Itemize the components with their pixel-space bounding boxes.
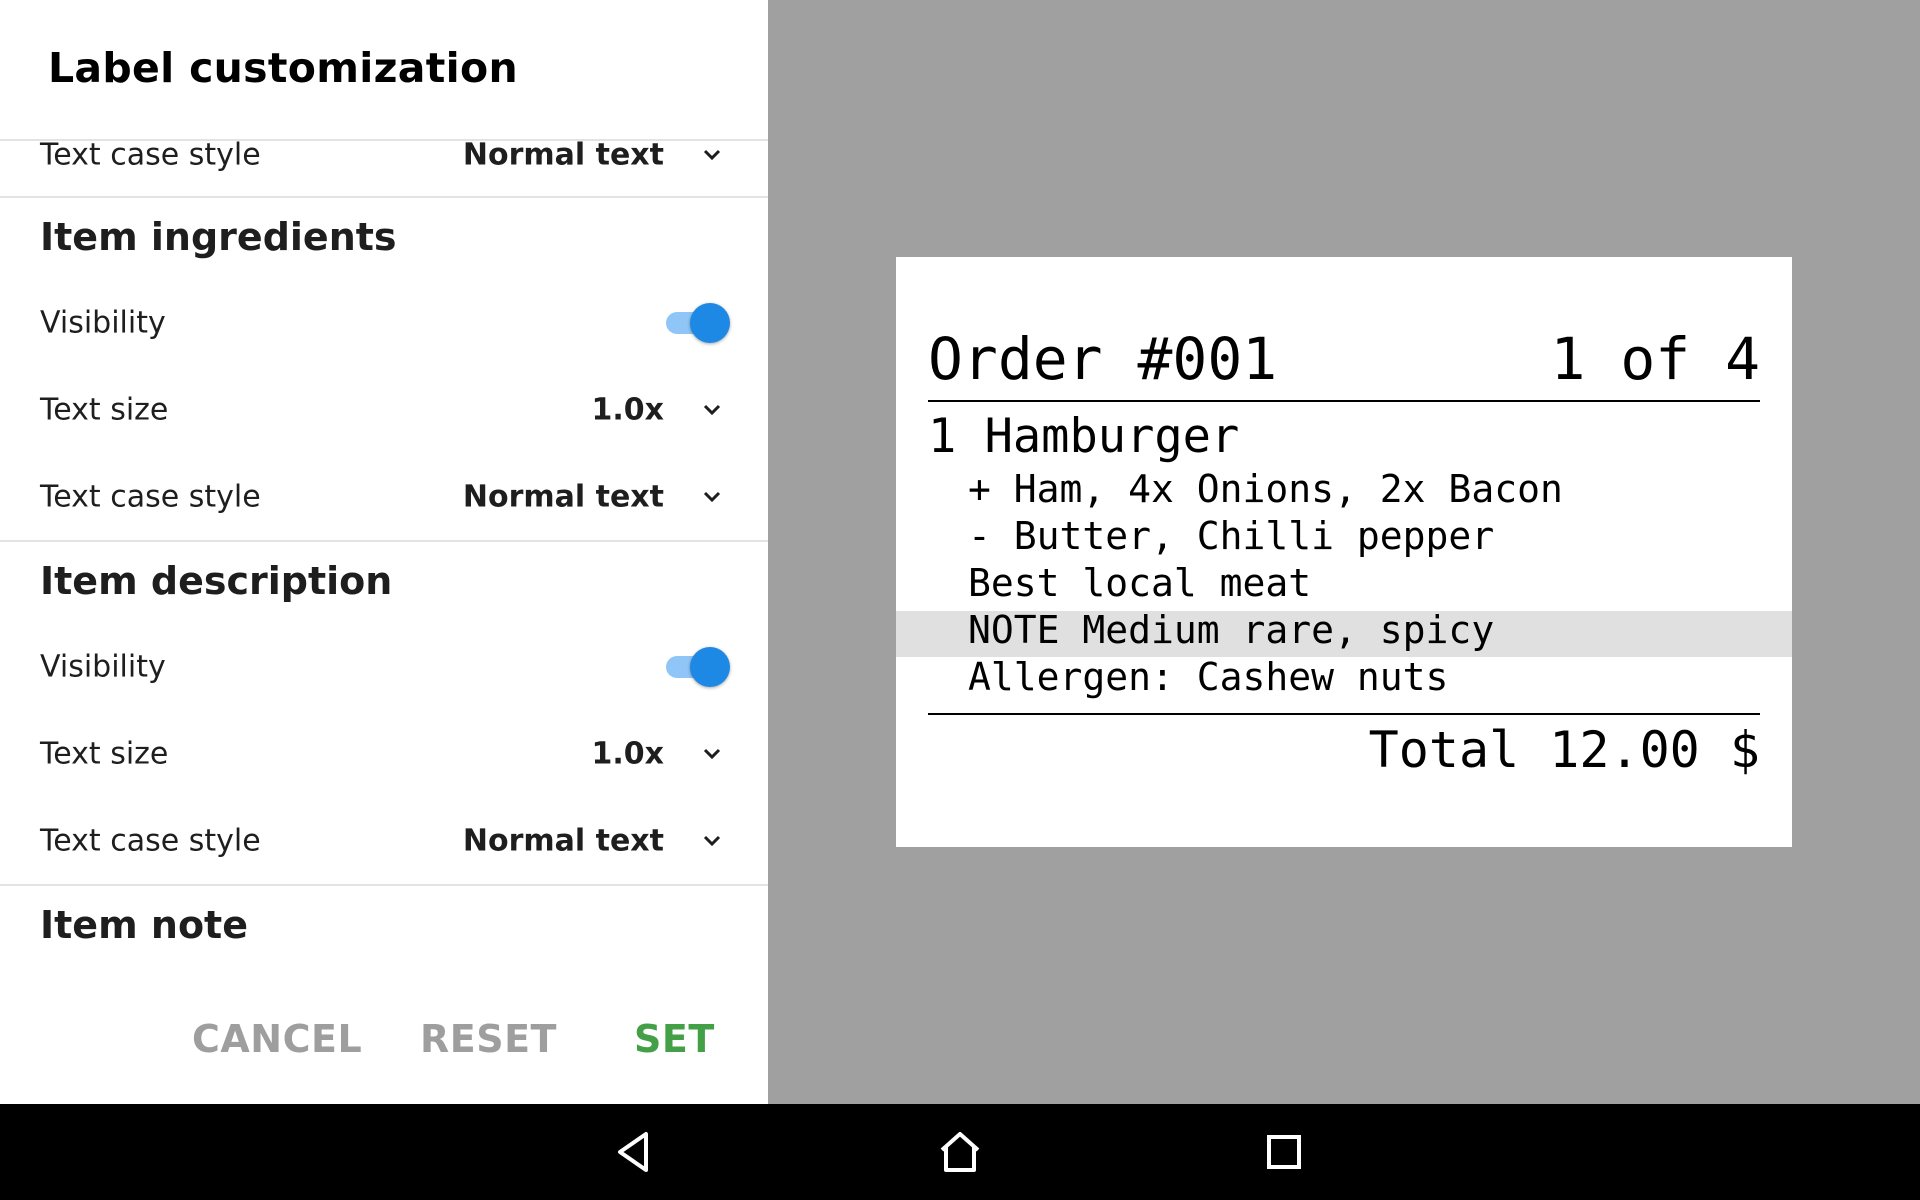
dialog-actions: CANCEL RESET SET xyxy=(0,996,768,1082)
item-description-heading: Item description xyxy=(40,559,393,603)
item-note-heading: Item note xyxy=(40,903,248,947)
text-case-value: Normal text xyxy=(462,479,664,515)
ingredients-line: + Ham, 4x Onions, 2x Bacon xyxy=(968,467,1563,511)
description-line: Best local meat xyxy=(968,561,1312,605)
label-preview: Order #001 1 of 4 1 Hamburger + Ham, 4x … xyxy=(896,257,1792,847)
ingredients-visibility-toggle[interactable] xyxy=(664,303,730,343)
navigation-bar xyxy=(0,1104,1920,1200)
chevron-down-icon xyxy=(698,827,726,855)
chevron-down-icon xyxy=(698,396,726,424)
order-number: Order #001 xyxy=(928,325,1278,393)
settings-scroll-area[interactable]: Text case style Normal text Item ingredi… xyxy=(0,141,768,981)
text-case-label: Text case style xyxy=(40,141,261,173)
note-line: NOTE Medium rare, spicy xyxy=(968,608,1495,652)
total: Total 12.00 $ xyxy=(1368,721,1760,779)
cancel-button[interactable]: CANCEL xyxy=(192,1017,362,1061)
section-divider xyxy=(0,196,768,198)
allergen-line: Allergen: Cashew nuts xyxy=(968,655,1449,699)
toggle-knob xyxy=(690,303,730,343)
description-text-size-row[interactable]: Text size 1.0x xyxy=(40,724,730,784)
chevron-down-icon xyxy=(698,141,726,169)
reset-button[interactable]: RESET xyxy=(420,1017,557,1061)
section-divider xyxy=(0,884,768,886)
text-case-label: Text case style xyxy=(40,479,261,515)
dialog-title: Label customization xyxy=(48,44,518,92)
ingredients-text-size-row[interactable]: Text size 1.0x xyxy=(40,380,730,440)
description-visibility-toggle[interactable] xyxy=(664,647,730,687)
ingredients-visibility-row[interactable]: Visibility xyxy=(40,293,730,353)
recents-icon[interactable] xyxy=(1256,1124,1312,1180)
receipt-rule xyxy=(928,713,1760,715)
item-ingredients-heading: Item ingredients xyxy=(40,215,397,259)
visibility-label: Visibility xyxy=(40,305,166,341)
home-icon[interactable] xyxy=(932,1124,988,1180)
receipt-rule xyxy=(928,400,1760,402)
text-size-value: 1.0x xyxy=(591,392,665,428)
name-text-case-row[interactable]: Text case style Normal text xyxy=(40,141,730,185)
description-visibility-row[interactable]: Visibility xyxy=(40,637,730,697)
toggle-knob xyxy=(690,647,730,687)
page-indicator: 1 of 4 xyxy=(1550,325,1760,393)
description-text-case-row[interactable]: Text case style Normal text xyxy=(40,811,730,871)
removed-ingredients-line: - Butter, Chilli pepper xyxy=(968,514,1495,558)
item-name: 1 Hamburger xyxy=(928,409,1240,464)
text-case-label: Text case style xyxy=(40,823,261,859)
label-customization-dialog: Label customization Text case style Norm… xyxy=(0,0,768,1104)
section-divider xyxy=(0,540,768,542)
ingredients-text-case-row[interactable]: Text case style Normal text xyxy=(40,467,730,527)
text-size-label: Text size xyxy=(40,392,169,428)
text-size-label: Text size xyxy=(40,736,169,772)
set-button[interactable]: SET xyxy=(634,1017,715,1061)
visibility-label: Visibility xyxy=(40,649,166,685)
text-size-value: 1.0x xyxy=(591,736,665,772)
back-icon[interactable] xyxy=(608,1124,664,1180)
text-case-value: Normal text xyxy=(462,141,664,173)
text-case-value: Normal text xyxy=(462,823,664,859)
chevron-down-icon xyxy=(698,740,726,768)
chevron-down-icon xyxy=(698,483,726,511)
